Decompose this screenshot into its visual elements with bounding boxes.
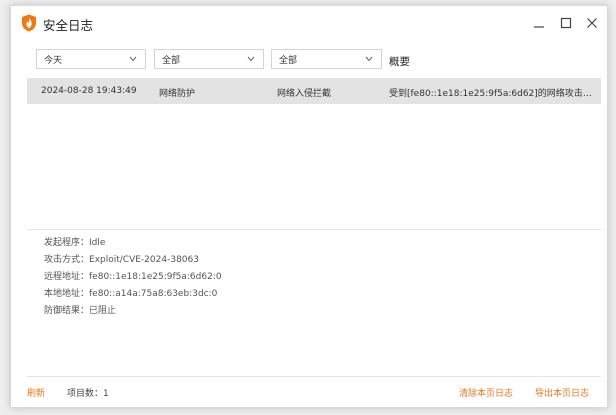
shield-flame-icon bbox=[21, 14, 37, 32]
module-select[interactable]: 全部 bbox=[154, 49, 264, 69]
table-row[interactable]: 2024-08-28 19:43:49 网络防护 网络入侵拦截 受到[fe80:… bbox=[27, 78, 601, 104]
security-log-window: 安全日志 今天 全部 全部 概要 2024-08-28 19:43:49 网络防… bbox=[10, 5, 608, 408]
maximize-button[interactable] bbox=[557, 14, 575, 32]
detail-panel: 发起程序：Idle 攻击方式：Exploit/CVE-2024-38063 远程… bbox=[44, 235, 222, 320]
clear-page-log-link[interactable]: 清除本页日志 bbox=[459, 386, 513, 399]
time-range-value: 今天 bbox=[44, 55, 63, 66]
filter-header: 今天 全部 全部 概要 bbox=[27, 44, 601, 76]
close-icon bbox=[587, 18, 597, 28]
detail-defense-result: 防御结果：已阻止 bbox=[44, 306, 117, 316]
detail-remote-address: 远程地址：fe80::1e18:1e25:9f5a:6d62:0 bbox=[44, 272, 222, 282]
close-button[interactable] bbox=[583, 14, 601, 32]
detail-attack-method: 攻击方式：Exploit/CVE-2024-38063 bbox=[44, 255, 199, 265]
detail-local-address: 本地地址：fe80::a14a:75a8:63eb:3dc:0 bbox=[44, 289, 218, 299]
item-count: 项目数：1 bbox=[67, 389, 109, 399]
module-value: 全部 bbox=[162, 55, 181, 66]
row-type: 网络入侵拦截 bbox=[277, 89, 332, 99]
row-time: 2024-08-28 19:43:49 bbox=[41, 86, 137, 96]
chevron-down-icon bbox=[247, 56, 255, 62]
minimize-button[interactable] bbox=[530, 14, 548, 32]
divider bbox=[27, 229, 601, 230]
title-bar[interactable]: 安全日志 bbox=[11, 6, 607, 40]
export-page-log-link[interactable]: 导出本页日志 bbox=[535, 386, 589, 399]
time-range-select[interactable]: 今天 bbox=[36, 49, 146, 69]
log-table: 今天 全部 全部 概要 2024-08-28 19:43:49 网络防护 网络入… bbox=[27, 44, 601, 104]
chevron-down-icon bbox=[365, 56, 373, 62]
chevron-down-icon bbox=[129, 56, 137, 62]
summary-column-header: 概要 bbox=[389, 56, 410, 68]
event-type-select[interactable]: 全部 bbox=[271, 49, 382, 69]
minimize-icon bbox=[534, 26, 544, 28]
detail-initiator: 发起程序：Idle bbox=[44, 238, 106, 248]
divider bbox=[27, 376, 601, 377]
footer-bar: 刷新 项目数：1 清除本页日志 导出本页日志 bbox=[11, 382, 609, 404]
refresh-link[interactable]: 刷新 bbox=[27, 386, 45, 399]
row-module: 网络防护 bbox=[159, 89, 196, 99]
event-type-value: 全部 bbox=[279, 55, 298, 66]
maximize-icon bbox=[560, 17, 572, 29]
window-title: 安全日志 bbox=[43, 18, 94, 33]
row-summary: 受到[fe80::1e18:1e25:9f5a:6d62]的网络攻击，... bbox=[389, 89, 597, 99]
